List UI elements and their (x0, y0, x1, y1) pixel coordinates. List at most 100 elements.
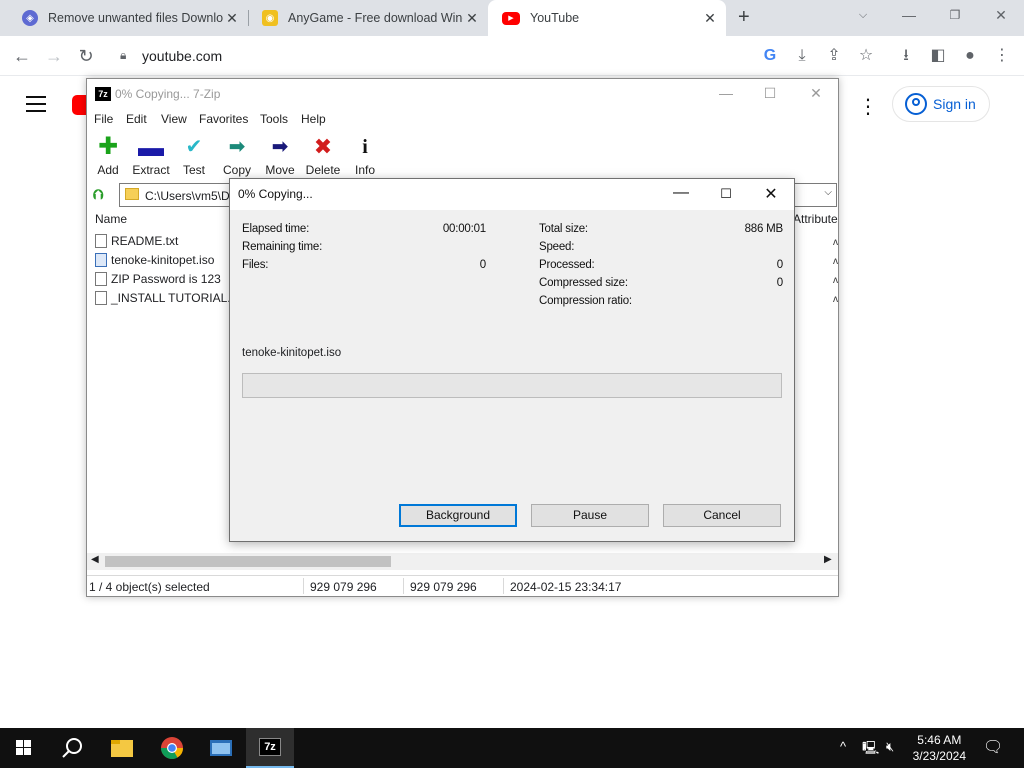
status-selection: 1 / 4 object(s) selected (89, 580, 210, 594)
cancel-button[interactable]: Cancel (663, 504, 781, 527)
close-tab-icon[interactable]: ✕ (702, 10, 718, 26)
delete-button[interactable]: ✖ Delete (300, 135, 346, 178)
7zip-app-icon: 7z (95, 87, 111, 101)
menu-help[interactable]: Help (301, 112, 326, 126)
7zip-maximize-button[interactable]: ☐ (755, 85, 785, 103)
scroll-left-icon[interactable]: ◀ (91, 554, 99, 565)
anygame-icon: ◉ (262, 10, 278, 26)
url-text[interactable]: youtube.com (142, 48, 222, 64)
move-arrow-icon: ➡ (271, 136, 289, 158)
extract-label: Extract (132, 163, 170, 177)
file-icon (95, 272, 107, 286)
search-button[interactable] (48, 728, 96, 768)
7zip-close-button[interactable]: ✕ (801, 85, 831, 103)
7zip-status-bar: 1 / 4 object(s) selected 929 079 296 929… (87, 575, 838, 596)
menu-tools[interactable]: Tools (260, 112, 288, 126)
7zip-menu-bar: File Edit View Favorites Tools Help (87, 109, 838, 129)
youtube-settings-menu-icon[interactable]: ⋮ (858, 94, 878, 119)
share-icon[interactable]: ⇪ (822, 44, 846, 68)
column-header-attributes[interactable]: Attribute (793, 212, 838, 226)
move-button[interactable]: ➡ Move (257, 135, 303, 177)
test-button[interactable]: ✔ Test (171, 135, 217, 177)
action-center-icon[interactable]: 🗨︎ (983, 737, 1003, 757)
tab-anygame[interactable]: ◉ AnyGame - Free download Wind ✕ (248, 0, 488, 36)
menu-file[interactable]: File (94, 112, 113, 126)
speed-label: Speed: (539, 241, 575, 253)
background-button[interactable]: Background (399, 504, 517, 527)
network-icon[interactable]: 🖳 (862, 739, 879, 761)
chevron-down-icon[interactable]: ⌵ (824, 187, 832, 198)
chrome-taskbar-button[interactable] (148, 728, 196, 768)
scrollbar-thumb[interactable] (105, 556, 391, 567)
file-list-item[interactable]: _INSTALL TUTORIAL.txt (95, 289, 243, 307)
chrome-menu-icon[interactable]: ⋮ (990, 44, 1014, 68)
column-header-name[interactable]: Name (95, 212, 127, 226)
menu-favorites[interactable]: Favorites (199, 112, 248, 126)
file-list-item[interactable]: README.txt (95, 232, 178, 250)
copy-button[interactable]: ➡ Copy (214, 135, 260, 177)
restore-button[interactable]: ❐ (932, 0, 978, 30)
files-value: 0 (479, 259, 486, 271)
copy-progress-dialog: 0% Copying... — ☐ ✕ Elapsed time: 00:00:… (229, 178, 795, 542)
file-list-item[interactable]: ZIP Password is 123 (95, 270, 221, 288)
test-check-icon: ✔ (185, 136, 203, 158)
tab-search-icon[interactable]: ⌵ (840, 0, 886, 30)
7zip-title-bar: 7z 0% Copying... 7-Zip — ☐ ✕ (87, 79, 838, 109)
menu-edit[interactable]: Edit (126, 112, 147, 126)
add-plus-icon: ✚ (97, 133, 119, 160)
extract-button[interactable]: ▬ Extract (128, 132, 174, 177)
new-tab-button[interactable]: + (738, 6, 750, 29)
pause-button[interactable]: Pause (531, 504, 649, 527)
horizontal-scrollbar[interactable]: ◀ ▶ (87, 553, 838, 570)
path-text[interactable]: C:\Users\vm5\D (145, 189, 230, 203)
close-window-button[interactable]: ✕ (978, 0, 1024, 30)
info-button[interactable]: i Info (342, 135, 388, 177)
profile-avatar-icon[interactable]: ● (958, 44, 982, 68)
file-name: _INSTALL TUTORIAL.txt (111, 291, 244, 305)
forward-arrow-icon[interactable]: → (42, 44, 66, 68)
show-hidden-icons-chevron-icon[interactable]: ^ (840, 739, 846, 754)
file-list-item[interactable]: tenoke-kinitopet.iso (95, 251, 214, 269)
side-panel-icon[interactable]: ◧ (926, 44, 950, 68)
system-clock[interactable]: 5:46 AM 3/23/2024 (913, 732, 966, 764)
reload-icon[interactable]: ↻ (74, 44, 98, 68)
status-size: 929 079 296 (310, 580, 377, 594)
scroll-right-icon[interactable]: ▶ (824, 554, 832, 565)
bookmark-star-icon[interactable]: ☆ (854, 44, 878, 68)
file-explorer-button[interactable] (98, 728, 146, 768)
status-divider (503, 578, 504, 594)
close-tab-icon[interactable]: ✕ (224, 10, 240, 26)
app-taskbar-button[interactable] (197, 728, 245, 768)
volume-muted-icon[interactable]: 🔇︎ (886, 739, 894, 755)
processed-label: Processed: (539, 259, 595, 271)
lock-icon[interactable]: 🔒︎ (120, 48, 126, 63)
dialog-minimize-button[interactable]: — (666, 184, 696, 204)
minimize-button[interactable]: — (886, 0, 932, 30)
windows-taskbar: 7z ^ 🖳 🔇︎ 5:46 AM 3/23/2024 🗨︎ (0, 728, 1024, 768)
install-app-icon[interactable]: ⤓ (790, 44, 814, 68)
downloads-icon[interactable]: ⭳ (894, 44, 918, 68)
extract-minus-icon: ▬ (138, 132, 164, 162)
tab-youtube[interactable]: ▶ YouTube ✕ (488, 0, 726, 36)
sign-in-button[interactable]: Sign in (892, 86, 990, 122)
browser-tab-strip: ◈ Remove unwanted files Downloa ✕ ◉ AnyG… (0, 0, 1024, 36)
dialog-maximize-button[interactable]: ☐ (711, 186, 741, 206)
7zip-minimize-button[interactable]: — (711, 85, 741, 103)
tab-remove-unwanted-files[interactable]: ◈ Remove unwanted files Downloa ✕ (8, 0, 248, 36)
chrome-icon (161, 737, 183, 759)
tab-title: YouTube (530, 11, 580, 25)
clock-date: 3/23/2024 (912, 749, 966, 763)
attribute-mark: ʌ (833, 237, 838, 248)
window-app-icon (210, 740, 232, 756)
back-arrow-icon[interactable]: ← (10, 44, 34, 68)
youtube-guide-menu-icon[interactable] (26, 96, 46, 117)
start-button[interactable] (0, 728, 48, 768)
google-lens-icon[interactable]: G (758, 44, 782, 68)
7zip-window-title: 0% Copying... 7-Zip (115, 87, 221, 101)
7zip-taskbar-button[interactable]: 7z (246, 728, 294, 768)
dialog-close-button[interactable]: ✕ (756, 184, 786, 204)
folder-up-icon[interactable]: ⮉ (93, 186, 109, 202)
close-tab-icon[interactable]: ✕ (464, 10, 480, 26)
add-button[interactable]: ✚ Add (85, 133, 131, 178)
menu-view[interactable]: View (161, 112, 187, 126)
